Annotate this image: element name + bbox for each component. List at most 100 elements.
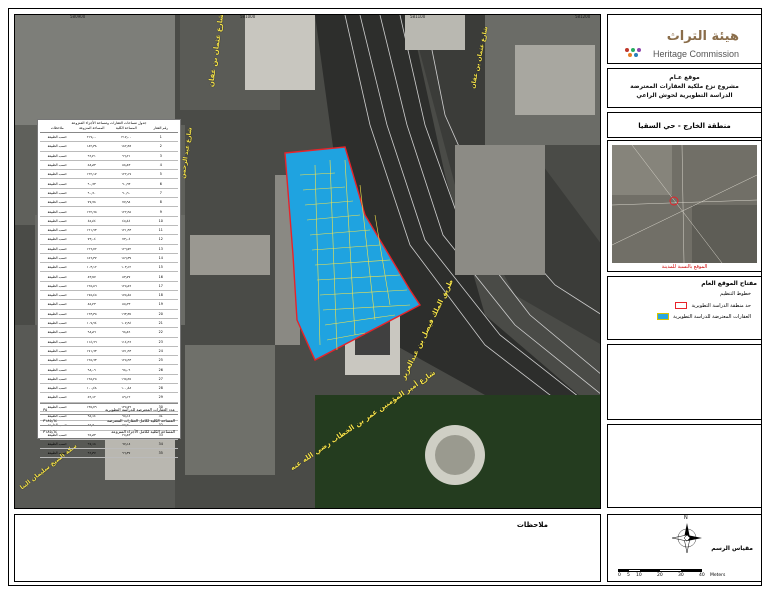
region-name: منطقة الخارج - حي السقيا — [638, 122, 731, 130]
table-row: 12 ٧٣٫٠٤ ٧٣٫٠٤ حسب الطبيعة — [40, 235, 178, 245]
table-cell: 15 — [158, 265, 163, 270]
table-cell: ١٢١٫٩٣ — [121, 228, 132, 233]
notes-label: ملاحظات — [516, 521, 548, 529]
logo-english: Heritage Commission — [652, 49, 739, 59]
table-cell: ٥٩٫١٢ — [122, 395, 131, 400]
table-cell: 12 — [158, 237, 163, 242]
table-row: 2 ١٨٢٫٣٨ ١٨٢٫٣٨ حسب الطبيعة — [40, 142, 178, 152]
legend-item: حد منطقة الدراسة التطويرية — [675, 302, 751, 309]
x-tick: 581000 — [240, 14, 256, 19]
table-cell: ٩٨٫٠٩ — [122, 367, 131, 372]
table-cell: ١٢٥٫٥٦ — [86, 283, 97, 288]
table-row: 28 ١٠٠٫٤٨ ١٠٠٫٤٨ حسب الطبيعة — [40, 384, 178, 394]
table-cell: ٦٧٫١٨ — [122, 441, 131, 446]
table-cell: ١٨٢٫٣٨ — [86, 144, 97, 149]
table-cell: ٧٧٫٩٨ — [122, 200, 131, 205]
notes-panel: ملاحظات — [14, 514, 601, 582]
table-cell: 9 — [159, 209, 162, 214]
table-cell: 23 — [158, 339, 163, 344]
table-row: 8 ٧٧٫٩٨ ٧٧٫٩٨ حسب الطبيعة — [40, 198, 178, 208]
table-cell: حسب الطبيعة — [47, 172, 67, 177]
logo-panel: هيئة التراث Heritage Commission — [607, 14, 762, 64]
property-swatch-icon — [657, 313, 670, 320]
table-cell: حسب الطبيعة — [47, 265, 67, 270]
table-cell: 20 — [158, 311, 163, 316]
heritage-logo-icon — [625, 48, 641, 57]
aerial-map[interactable]: 580900 581000 581100 581200 شارع عثمان ب… — [14, 14, 601, 509]
title-line: مشروع نزع ملكية العقارات المعترضة — [630, 83, 739, 90]
table-title: جدول مساحات العقارات ومساحة الأجزاء المن… — [71, 121, 147, 125]
table-cell: 1 — [159, 135, 162, 140]
legend-item: العقارات المعترضة للدراسة التطويرية — [657, 313, 751, 320]
table-cell: 13 — [158, 246, 163, 251]
table-cell: ٨٣٫٧٧ — [122, 274, 131, 279]
table-row: 9 ١٢٢٫٦٥ ١٢٢٫٦٥ حسب الطبيعة — [40, 207, 178, 217]
table-cell: ٩٠٫٦٠ — [87, 190, 96, 195]
table-cell: ٧٣٫٠٤ — [122, 237, 131, 242]
title-line: موقع عـام — [669, 74, 700, 81]
table-cell: حسب الطبيعة — [47, 228, 67, 233]
table-cell: حسب الطبيعة — [47, 153, 67, 158]
table-cell: 24 — [158, 348, 163, 353]
table-cell: ١٧١٫٦٣ — [86, 348, 97, 353]
table-cell: حسب الطبيعة — [47, 181, 67, 186]
table-cell: حسب الطبيعة — [47, 451, 67, 456]
region-panel: منطقة الخارج - حي السقيا — [607, 112, 762, 138]
table-header-cell: المساحة الكلية — [115, 126, 137, 130]
table-cell: ١٢٢٫٦٥ — [86, 209, 97, 214]
table-cell: حسب الطبيعة — [47, 218, 67, 223]
table-row: 17 ١٢٥٫٥٦ ١٢٥٫٥٦ حسب الطبيعة — [40, 282, 178, 292]
table-row: 25 ١٢٥٫٦٣ ١٢٥٫٦٣ حسب الطبيعة — [40, 356, 178, 366]
table-cell: ٦٧٫١٨ — [87, 441, 96, 446]
table-cell: 25 — [158, 358, 163, 363]
table-cell: حسب الطبيعة — [47, 441, 67, 446]
table-row: 24 ١٧١٫٦٣ ١٧١٫٦٣ حسب الطبيعة — [40, 347, 178, 357]
table-row: 6 ٩٠٫٦٣ ٩٠٫٦٣ حسب الطبيعة — [40, 179, 178, 189]
table-cell: ١٧١٫٦٣ — [121, 348, 132, 353]
table-cell: ٩٦٫٢١ — [122, 153, 131, 158]
table-cell: ١٠٣٫١٢ — [121, 265, 132, 270]
table-cell: 21 — [158, 321, 163, 326]
table-cell: 3 — [159, 153, 162, 158]
table-cell: ٥٩٫١٢ — [87, 395, 96, 400]
scale-bar — [618, 569, 702, 572]
table-row: 3 ٩٦٫٢١ ٩٦٫٢١ حسب الطبيعة — [40, 152, 178, 161]
x-tick: 581100 — [410, 14, 426, 19]
table-cell: ١٢١٫٩٣ — [86, 228, 97, 233]
table-row: 11 ١٢١٫٩٣ ١٢١٫٩٣ حسب الطبيعة — [40, 226, 178, 236]
table-cell: 16 — [158, 274, 163, 279]
table-footer-row: المساحة الكلية لكامل العقارات المعترضة ٣١… — [40, 414, 178, 425]
table-cell: ٨٥٫٢٣ — [87, 302, 96, 307]
table-row: 7 ٩٠٫٦٠ ٩٠٫٦٠ حسب الطبيعة — [40, 189, 178, 199]
legend-subtitle: خطوط التنظيم — [720, 291, 751, 297]
table-cell: حسب الطبيعة — [47, 274, 67, 279]
table-cell: 2 — [159, 144, 162, 149]
table-cell: 7 — [159, 190, 162, 195]
table-cell: ٩٠٫٦٣ — [122, 181, 131, 186]
table-cell: 34 — [158, 441, 163, 446]
table-cell: ١٠٠٫٤٨ — [121, 386, 132, 391]
table-row: 21 ١٠٧٫٩٤ ١٠٧٫٩٤ حسب الطبيعة — [40, 319, 178, 329]
table-cell: 5 — [159, 172, 162, 177]
blank-panel — [607, 344, 762, 420]
scale-panel: N مقياس الرسم 0 5 10 20 30 40 Meters — [607, 514, 762, 582]
inset-map-panel: الموقع بالنسبة للمدينة — [607, 140, 762, 272]
table-cell: ٩٠٫٦٠ — [122, 190, 131, 195]
table-cell: حسب الطبيعة — [47, 339, 67, 344]
table-cell: ١٦٥٫٢٥ — [86, 376, 97, 381]
table-row: 23 ١١٤٫٦٦ ١١٤٫٦٦ حسب الطبيعة — [40, 338, 178, 347]
table-cell: ٤٥٫٤٤ — [122, 218, 131, 223]
table-cell: 8 — [159, 200, 162, 205]
table-row: 13 ١٢٦٫٧٢ ١٢٦٫٧٢ حسب الطبيعة — [40, 245, 178, 254]
table-header-cell: رقم العقار — [153, 126, 169, 130]
table-cell: حسب الطبيعة — [47, 144, 67, 149]
legend-panel: مفتاح الموقع العام خطوط التنظيم حد منطقة… — [607, 276, 762, 340]
north-arrow-icon — [671, 523, 702, 554]
table-cell: ١٢٢٫٦٥ — [121, 209, 132, 214]
table-cell: ١٢٥٫٥٦ — [121, 283, 132, 288]
table-row: 4 ٥٨٫٨٣ ٥٨٫٨٣ حسب الطبيعة — [40, 161, 178, 171]
table-cell: ٨٥٫٢٣ — [122, 302, 131, 307]
table-cell: ١٦٣٫٣٥ — [121, 311, 132, 316]
table-cell: ١٦٣٫٣٥ — [86, 311, 97, 316]
table-row: 22 ٩٨٫٨٦ ٩٨٫٨٦ حسب الطبيعة — [40, 328, 178, 338]
